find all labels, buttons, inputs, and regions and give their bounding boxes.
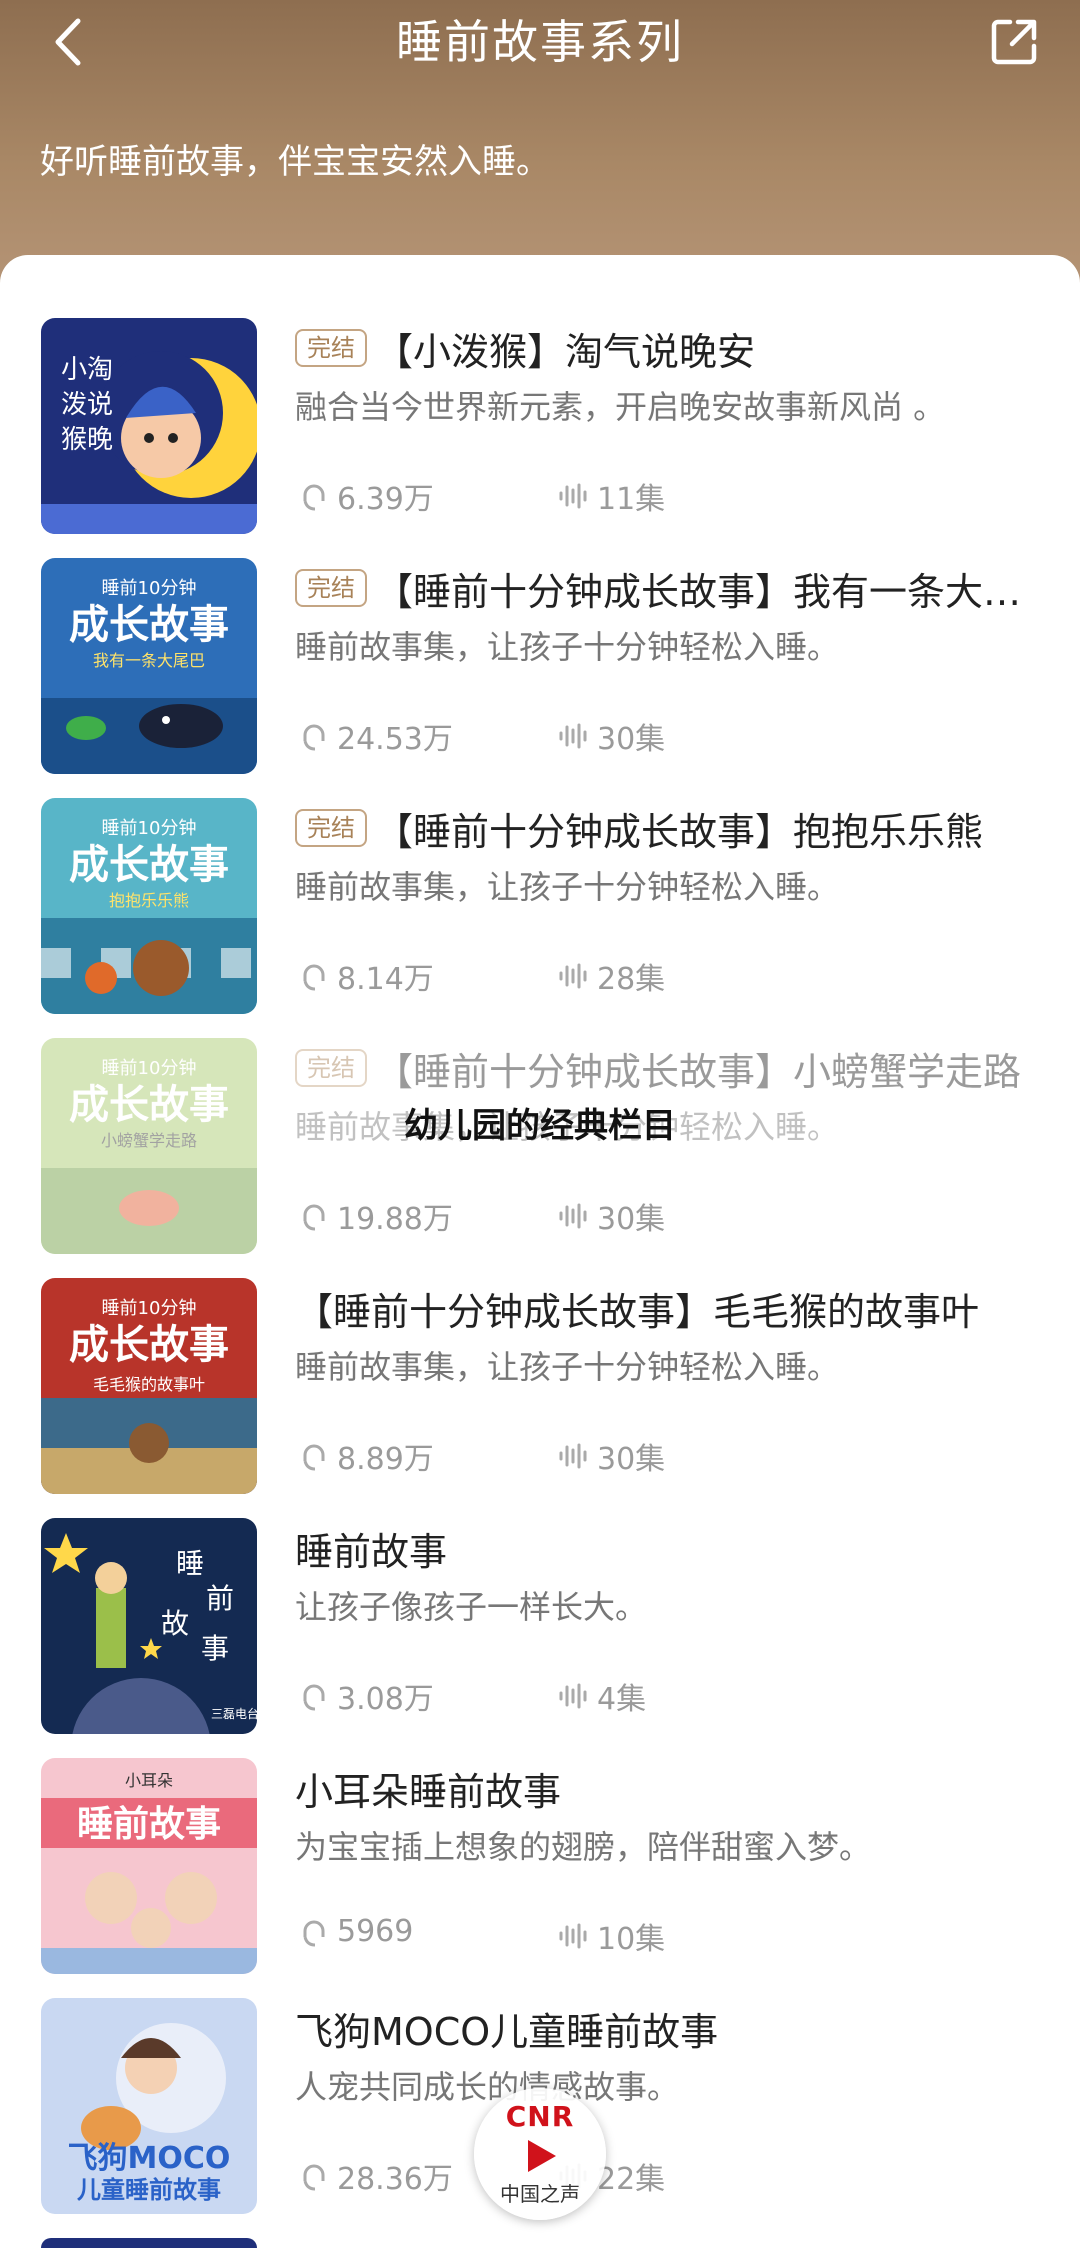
album-title[interactable]: 【小泼猴】淘气说晚安 [375, 321, 1035, 376]
album-title[interactable]: 小耳朵睡前故事 [295, 1761, 1035, 1816]
album-description: 睡前故事集，让孩子十分钟轻松入睡。 [295, 628, 840, 666]
cnr-brand: CNR [505, 2100, 575, 2133]
svg-text:小淘: 小淘 [61, 355, 113, 385]
status-badge: 完结 [295, 569, 367, 607]
album-title[interactable]: 飞狗MOCO儿童睡前故事 [295, 2001, 1035, 2056]
list-item[interactable]: 睡前10分钟 成长故事 抱抱乐乐熊 完结 【睡前十分钟成长故事】抱抱乐乐熊 睡前… [0, 735, 1080, 1014]
page-title: 睡前故事系列 [396, 15, 684, 69]
list-item[interactable]: 小淘 泼说 猴晚 完结 【小泼猴】淘气说晚安 融合当今世界新元素，开启晚安故事新… [0, 255, 1080, 534]
svg-text:飞狗MOCO: 飞狗MOCO [68, 2141, 231, 2176]
next-item-peek [41, 2238, 257, 2248]
album-list: 小淘 泼说 猴晚 完结 【小泼猴】淘气说晚安 融合当今世界新元素，开启晚安故事新… [0, 255, 1080, 2248]
overlay-caption: 幼儿园的经典栏目 [404, 1106, 676, 1146]
svg-text:睡: 睡 [176, 1547, 204, 1580]
album-description: 为宝宝插上想象的翅膀，陪伴甜蜜入梦。 [295, 1828, 872, 1866]
list-item[interactable]: 睡 前 故 事 三磊电台 睡前故事 让孩子像孩子一样长大。 3.08万 4集 [0, 1455, 1080, 1734]
album-description: 睡前故事集，让孩子十分钟轻松入睡。 [295, 868, 840, 906]
album-description: 睡前故事集，让孩子十分钟轻松入睡。 [295, 1348, 840, 1386]
svg-text:成长故事: 成长故事 [69, 1322, 229, 1368]
album-cover[interactable]: 飞狗MOCO 儿童睡前故事 [41, 1998, 257, 2214]
svg-text:睡前故事: 睡前故事 [77, 1804, 221, 1845]
svg-text:睡前10分钟: 睡前10分钟 [102, 818, 197, 839]
episode-count: 22集 [597, 2162, 666, 2197]
headphone-icon [303, 2164, 325, 2191]
svg-text:成长故事: 成长故事 [69, 602, 229, 648]
album-title[interactable]: 睡前故事 [295, 1521, 1035, 1576]
list-item[interactable]: 睡前10分钟 成长故事 我有一条大尾巴 完结 【睡前十分钟成长故事】我有一条大尾… [0, 495, 1080, 774]
svg-text:猴晚: 猴晚 [61, 425, 113, 455]
album-description: 人宠共同成长的情感故事。 [295, 2068, 680, 2106]
album-description: 融合当今世界新元素，开启晚安故事新风尚 。 [295, 388, 946, 426]
play-count: 28.36万 [337, 2162, 453, 2197]
svg-text:睡前10分钟: 睡前10分钟 [102, 1298, 197, 1319]
share-external-icon [991, 19, 1037, 65]
album-title[interactable]: 【睡前十分钟成长故事】毛毛猴的故事叶 [295, 1281, 1035, 1336]
album-title[interactable]: 【睡前十分钟成长故事】抱抱乐乐熊 [375, 801, 1035, 856]
svg-text:睡前10分钟: 睡前10分钟 [102, 578, 197, 599]
svg-text:儿童睡前故事: 儿童睡前故事 [77, 2176, 221, 2204]
svg-text:抱抱乐乐熊: 抱抱乐乐熊 [109, 891, 189, 910]
svg-text:小耳朵: 小耳朵 [125, 1771, 173, 1790]
svg-text:我有一条大尾巴: 我有一条大尾巴 [93, 651, 205, 670]
svg-text:睡前10分钟: 睡前10分钟 [102, 1058, 197, 1079]
svg-text:前: 前 [206, 1582, 234, 1615]
status-badge: 完结 [295, 809, 367, 847]
cnr-logo: CNR 中国之声 [474, 2088, 606, 2220]
list-item[interactable]: 睡前10分钟 成长故事 毛毛猴的故事叶 【睡前十分钟成长故事】毛毛猴的故事叶 睡… [0, 1215, 1080, 1494]
status-badge: 完结 [295, 329, 367, 367]
svg-text:泼说: 泼说 [61, 390, 113, 420]
svg-text:事: 事 [201, 1632, 229, 1665]
page-subtitle: 好听睡前故事，伴宝宝安然入睡。 [40, 142, 550, 182]
album-title[interactable]: 【睡前十分钟成长故事】我有一条大尾巴 [375, 561, 1035, 616]
share-button[interactable] [984, 12, 1044, 72]
svg-text:成长故事: 成长故事 [69, 842, 229, 888]
list-item[interactable]: 睡前10分钟 成长故事 小螃蟹学走路 完结 【睡前十分钟成长故事】小螃蟹学走路 … [0, 975, 1080, 1254]
list-item[interactable]: 小耳朵 睡前故事 小耳朵睡前故事 为宝宝插上想象的翅膀，陪伴甜蜜入梦。 5969 [0, 1695, 1080, 1974]
cnr-name: 中国之声 [500, 2182, 580, 2206]
svg-text:故: 故 [161, 1607, 189, 1640]
play-icon [528, 2140, 556, 2172]
svg-text:毛毛猴的故事叶: 毛毛猴的故事叶 [93, 1375, 205, 1394]
album-description: 让孩子像孩子一样长大。 [295, 1588, 648, 1626]
